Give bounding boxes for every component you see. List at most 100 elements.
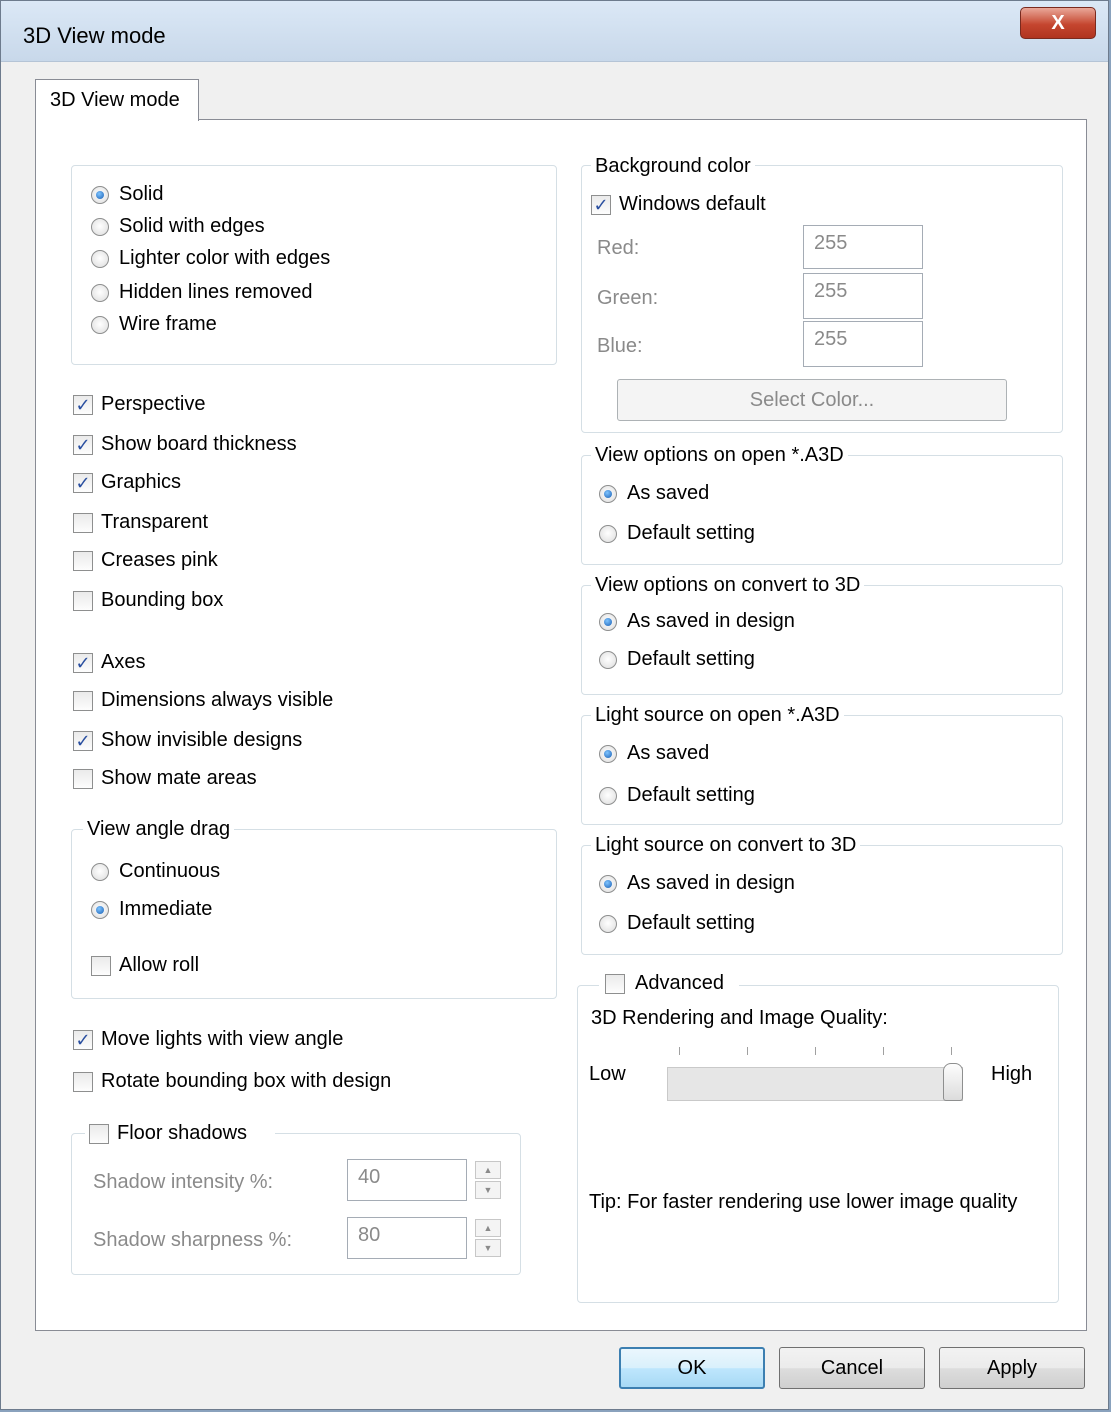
checkbox-show-invisible-designs[interactable]: ✓ [73,731,93,751]
radio-wire-frame-label: Wire frame [119,313,217,335]
cancel-button[interactable]: Cancel [779,1347,925,1389]
radio-solid-with-edges[interactable] [91,218,109,236]
green-field[interactable]: 255 [803,273,923,319]
spin-up-icon[interactable]: ▲ [475,1219,501,1237]
radio-solid-with-edges-label: Solid with edges [119,215,265,237]
advanced-group [577,985,1059,1303]
radio-continuous[interactable] [91,863,109,881]
checkbox-perspective[interactable]: ✓ [73,395,93,415]
view-convert-group [581,585,1063,695]
view-open-title: View options on open *.A3D [591,444,848,467]
checkbox-graphics[interactable]: ✓ [73,473,93,493]
ok-button[interactable]: OK [619,1347,765,1389]
radio-lighter-color[interactable] [91,250,109,268]
quality-low-label: Low [589,1063,626,1085]
checkbox-allow-roll[interactable] [91,956,111,976]
shadow-sharpness-spinner[interactable]: ▲ ▼ [475,1219,501,1257]
radio-light-open-as-saved[interactable] [599,745,617,763]
red-field[interactable]: 255 [803,225,923,269]
light-open-title: Light source on open *.A3D [591,704,844,727]
checkbox-creases-pink[interactable] [73,551,93,571]
tab-3d-view-mode[interactable]: 3D View mode [35,79,199,121]
checkbox-show-mate-areas[interactable] [73,769,93,789]
radio-light-convert-default[interactable] [599,915,617,933]
blue-field[interactable]: 255 [803,321,923,367]
quality-high-label: High [991,1063,1033,1085]
apply-button[interactable]: Apply [939,1347,1085,1389]
dialog-window: 3D View mode X 3D View mode Solid Solid … [0,0,1109,1410]
slider-tick [883,1047,884,1055]
blue-label: Blue: [597,335,643,357]
view-convert-as-saved-label: As saved in design [627,610,795,632]
tab-label: 3D View mode [50,89,180,111]
transparent-label: Transparent [101,511,209,533]
shadow-intensity-label: Shadow intensity %: [93,1171,274,1193]
bounding-box-label: Bounding box [101,589,224,611]
radio-light-convert-as-saved[interactable] [599,875,617,893]
dimensions-visible-label: Dimensions always visible [101,689,334,711]
light-open-group [581,715,1063,825]
rendering-tip: Tip: For faster rendering use lower imag… [589,1191,1018,1213]
view-open-default-label: Default setting [627,522,755,544]
light-convert-default-label: Default setting [627,912,755,934]
quality-slider-thumb[interactable] [943,1063,963,1101]
checkbox-move-lights[interactable]: ✓ [73,1030,93,1050]
radio-view-open-as-saved[interactable] [599,485,617,503]
shadow-intensity-spinner[interactable]: ▲ ▼ [475,1161,501,1199]
axes-label: Axes [101,651,146,673]
checkbox-show-board-thickness[interactable]: ✓ [73,435,93,455]
slider-tick [951,1047,952,1055]
red-label: Red: [597,237,640,259]
title-bar[interactable]: 3D View mode X [1,1,1108,62]
graphics-label: Graphics [101,471,182,493]
perspective-label: Perspective [101,393,206,415]
checkbox-axes[interactable]: ✓ [73,653,93,673]
windows-default-label: Windows default [619,193,766,215]
spin-up-icon[interactable]: ▲ [475,1161,501,1179]
light-convert-group [581,845,1063,955]
immediate-label: Immediate [119,898,213,920]
show-invisible-designs-label: Show invisible designs [101,729,303,751]
spin-down-icon[interactable]: ▼ [475,1239,501,1257]
spin-down-icon[interactable]: ▼ [475,1181,501,1199]
select-color-button[interactable]: Select Color... [617,379,1007,421]
radio-hidden-lines[interactable] [91,284,109,302]
close-button[interactable]: X [1020,7,1096,39]
shadow-sharpness-field[interactable]: 80 [347,1217,467,1259]
advanced-label: Advanced [635,972,724,994]
view-angle-drag-title: View angle drag [83,818,235,841]
radio-hidden-lines-label: Hidden lines removed [119,281,313,303]
radio-view-convert-as-saved[interactable] [599,613,617,631]
radio-immediate[interactable] [91,901,109,919]
rotate-bounding-box-label: Rotate bounding box with design [101,1070,392,1092]
light-open-default-label: Default setting [627,784,755,806]
light-convert-as-saved-label: As saved in design [627,872,795,894]
checkbox-floor-shadows[interactable] [89,1124,109,1144]
checkbox-transparent[interactable] [73,513,93,533]
view-convert-default-label: Default setting [627,648,755,670]
shadow-intensity-field[interactable]: 40 [347,1159,467,1201]
move-lights-label: Move lights with view angle [101,1028,344,1050]
slider-tick [747,1047,748,1055]
quality-slider-track[interactable] [667,1067,963,1101]
radio-lighter-color-label: Lighter color with edges [119,247,331,269]
view-convert-title: View options on convert to 3D [591,574,865,597]
shadow-sharpness-label: Shadow sharpness %: [93,1229,293,1251]
view-open-as-saved-label: As saved [627,482,710,504]
checkbox-dimensions-visible[interactable] [73,691,93,711]
radio-view-convert-default[interactable] [599,651,617,669]
radio-solid[interactable] [91,186,109,204]
checkbox-advanced[interactable] [605,974,625,994]
allow-roll-label: Allow roll [119,954,200,976]
radio-wire-frame[interactable] [91,316,109,334]
continuous-label: Continuous [119,860,221,882]
checkbox-windows-default[interactable]: ✓ [591,195,611,215]
show-mate-areas-label: Show mate areas [101,767,257,789]
creases-pink-label: Creases pink [101,549,218,571]
radio-light-open-default[interactable] [599,787,617,805]
floor-shadows-label: Floor shadows [117,1122,248,1144]
radio-view-open-default[interactable] [599,525,617,543]
checkbox-bounding-box[interactable] [73,591,93,611]
light-open-as-saved-label: As saved [627,742,710,764]
checkbox-rotate-bounding-box[interactable] [73,1072,93,1092]
